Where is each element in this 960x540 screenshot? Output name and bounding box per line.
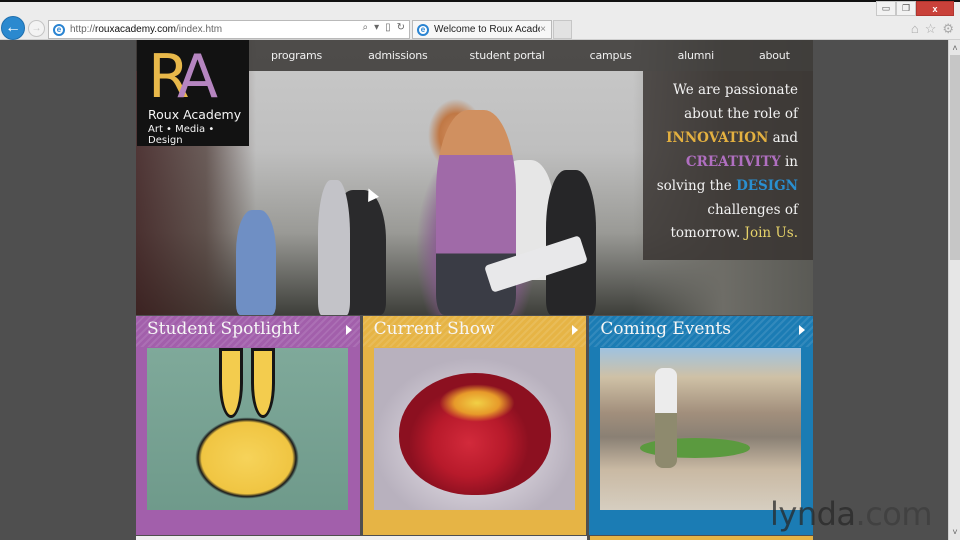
glass-stone	[398, 373, 551, 495]
arrow-right-icon[interactable]	[572, 325, 579, 335]
logo-name: Roux Academy	[148, 107, 242, 122]
ie-page-icon: e	[53, 23, 65, 36]
site-logo[interactable]: R A Roux Academy Art • Media • Design	[137, 40, 249, 146]
page-viewport: programs admissions student portal campu…	[0, 40, 948, 540]
vertical-scrollbar[interactable]: ˄ ˅	[948, 40, 960, 540]
compatibility-view-icon[interactable]: ▯	[385, 22, 391, 33]
feature-current-show[interactable]: Current Show	[362, 316, 587, 535]
scroll-up-icon[interactable]: ˄	[949, 42, 960, 54]
address-bar[interactable]: e http://rouxacademy.com/index.htm ⌕ ▾ ▯…	[48, 20, 410, 39]
event-painter	[655, 368, 678, 468]
search-icon[interactable]: ⌕	[362, 22, 368, 33]
roux-academy-site: programs admissions student portal campu…	[136, 40, 814, 540]
search-dropdown-icon[interactable]: ▾	[374, 22, 379, 33]
hero-text-solving: solving the	[656, 177, 737, 194]
bunny-ear-left	[219, 348, 243, 418]
feature-title[interactable]: Coming Events	[600, 319, 731, 339]
logo-tagline: Art • Media • Design	[148, 124, 215, 146]
next-section-peek	[136, 536, 813, 540]
arrow-right-icon[interactable]	[345, 325, 352, 335]
back-button[interactable]: ←	[1, 16, 25, 40]
feature-title[interactable]: Student Spotlight	[147, 319, 300, 339]
hero-line-2: about the role of	[684, 105, 798, 122]
url-scheme: http://	[70, 24, 96, 35]
hero-line-1: We are passionate	[673, 82, 798, 98]
hero-text-and: and	[768, 129, 798, 146]
feature-student-spotlight[interactable]: Student Spotlight	[136, 316, 360, 535]
forward-button[interactable]: →	[28, 20, 45, 37]
nav-campus[interactable]: campus	[590, 40, 632, 71]
hero-banner: programs admissions student portal campu…	[136, 40, 813, 315]
scroll-thumb[interactable]	[950, 55, 960, 260]
join-us-link[interactable]: Join Us.	[745, 225, 798, 241]
hero-text-tomorrow: tomorrow.	[670, 225, 745, 242]
browser-tab[interactable]: e Welcome to Roux Academy ×	[412, 20, 552, 39]
nav-items: programs admissions student portal campu…	[249, 40, 790, 71]
hero-line-4: CREATIVITY in	[653, 151, 798, 175]
coming-events-image[interactable]	[600, 348, 802, 510]
current-show-image[interactable]	[373, 348, 575, 510]
home-icon[interactable]: ⌂	[911, 21, 919, 37]
restore-button[interactable]: ❐	[896, 1, 916, 16]
tab-favicon: e	[417, 23, 429, 36]
student-spotlight-image[interactable]	[147, 348, 348, 510]
hero-line-3: INNOVATION and	[653, 127, 798, 151]
lynda-watermark: lynda.com	[770, 495, 933, 533]
favorites-star-icon[interactable]: ☆	[925, 21, 937, 37]
forward-arrow-icon: →	[31, 23, 42, 34]
close-window-button[interactable]: x	[916, 1, 954, 16]
highlight-innovation: INNOVATION	[666, 129, 769, 146]
new-tab-button[interactable]	[553, 20, 572, 39]
minimize-icon: ▭	[881, 3, 891, 13]
minimize-button[interactable]: ▭	[876, 1, 896, 16]
browser-chrome: ▭ ❐ x ← → e http://rouxacademy.com/index…	[0, 0, 960, 40]
feature-title[interactable]: Current Show	[374, 319, 495, 339]
logo-letter-r: R	[148, 42, 190, 112]
hero-text-in: in	[780, 153, 798, 170]
arrow-right-icon[interactable]	[799, 325, 806, 335]
url-path: /index.htm	[175, 24, 223, 35]
hero-message: We are passionate about the role of INNO…	[643, 71, 813, 260]
highlight-creativity: CREATIVITY	[685, 153, 781, 170]
scroll-down-icon[interactable]: ˅	[949, 526, 960, 538]
bunny-ear-right	[251, 348, 275, 418]
watermark-suffix: .com	[855, 495, 933, 533]
hero-line-5: solving the DESIGN	[653, 175, 798, 199]
tab-title: Welcome to Roux Academy	[434, 24, 540, 35]
refresh-icon[interactable]: ↻	[397, 22, 405, 33]
close-icon: x	[932, 3, 938, 14]
logo-letter-a: A	[177, 42, 219, 112]
window-controls: ▭ ❐ x	[876, 1, 954, 17]
hero-figure-man-blue	[236, 210, 276, 315]
nav-about[interactable]: about	[759, 40, 790, 71]
url-text[interactable]: http://rouxacademy.com/index.htm	[70, 24, 222, 35]
hero-line-6: challenges of	[707, 201, 798, 218]
title-bar	[0, 0, 960, 2]
nav-alumni[interactable]: alumni	[678, 40, 715, 71]
hero-figure-woman-hair	[318, 180, 350, 315]
browser-toolbar-right: ⌂ ☆ ⚙	[911, 21, 954, 37]
nav-student-portal[interactable]: student portal	[470, 40, 545, 71]
address-tools: ⌕ ▾ ▯ ↻	[362, 22, 405, 33]
settings-gear-icon[interactable]: ⚙	[942, 21, 954, 37]
url-host: rouxacademy.com	[95, 24, 176, 35]
highlight-design: DESIGN	[736, 177, 798, 194]
watermark-brand: lynda	[770, 495, 856, 533]
nav-admissions[interactable]: admissions	[368, 40, 428, 71]
hero-line-7: tomorrow. Join Us.	[653, 222, 798, 246]
nav-programs[interactable]: programs	[271, 40, 322, 71]
back-arrow-icon: ←	[5, 19, 21, 36]
restore-icon: ❐	[901, 3, 911, 13]
tab-close-icon[interactable]: ×	[540, 24, 546, 35]
feature-boxes: Student Spotlight Current Show Coming Ev…	[136, 316, 814, 535]
